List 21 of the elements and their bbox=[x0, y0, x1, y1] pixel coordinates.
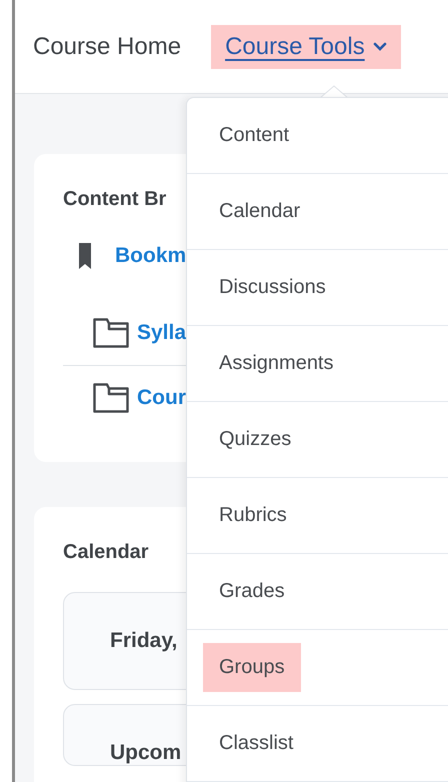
folder-icon bbox=[93, 383, 129, 413]
chevron-down-icon bbox=[372, 42, 387, 51]
menu-item[interactable]: Content bbox=[203, 111, 306, 160]
card-title: Calendar bbox=[63, 541, 150, 564]
menu-item[interactable]: Discussions bbox=[203, 263, 342, 312]
content-link[interactable]: Bookm bbox=[115, 244, 186, 268]
menu-item[interactable]: Grades bbox=[203, 567, 301, 616]
day-heading: Upcom bbox=[110, 741, 182, 765]
folder-icon bbox=[93, 318, 129, 348]
dropdown-menu-link[interactable]: Course Tools bbox=[211, 24, 401, 68]
day-heading: Friday, bbox=[110, 629, 178, 653]
menu-item[interactable]: Assignments bbox=[203, 339, 350, 388]
bookmark-icon bbox=[79, 243, 91, 269]
content-link[interactable]: Cour bbox=[137, 386, 186, 410]
menu-item[interactable]: Calendar bbox=[203, 187, 316, 236]
content-link[interactable]: Sylla bbox=[137, 321, 186, 345]
menu-item[interactable]: Rubrics bbox=[203, 491, 303, 540]
nav-link[interactable]: Course Home bbox=[33, 24, 196, 68]
menu-item[interactable]: Classlist bbox=[203, 719, 310, 768]
menu-item[interactable]: Quizzes bbox=[203, 415, 308, 464]
menu-item[interactable]: Groups bbox=[203, 643, 301, 692]
